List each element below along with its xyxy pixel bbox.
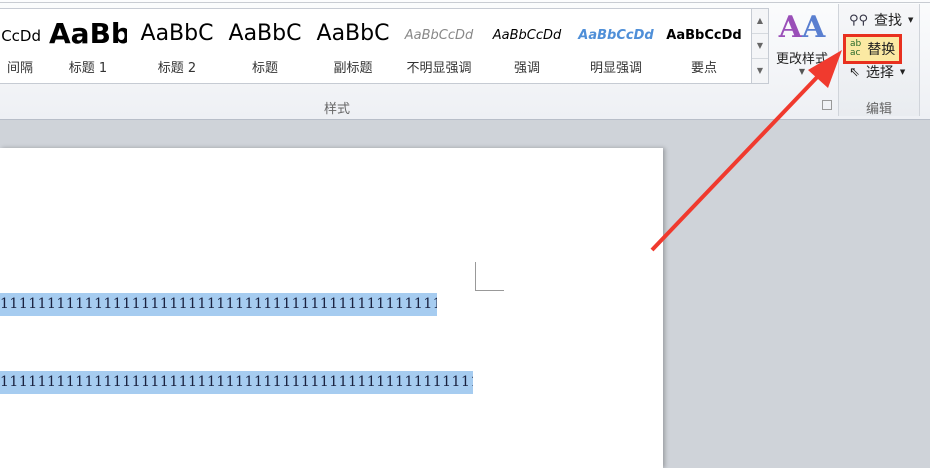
red-arrow-annotation [650, 50, 842, 252]
